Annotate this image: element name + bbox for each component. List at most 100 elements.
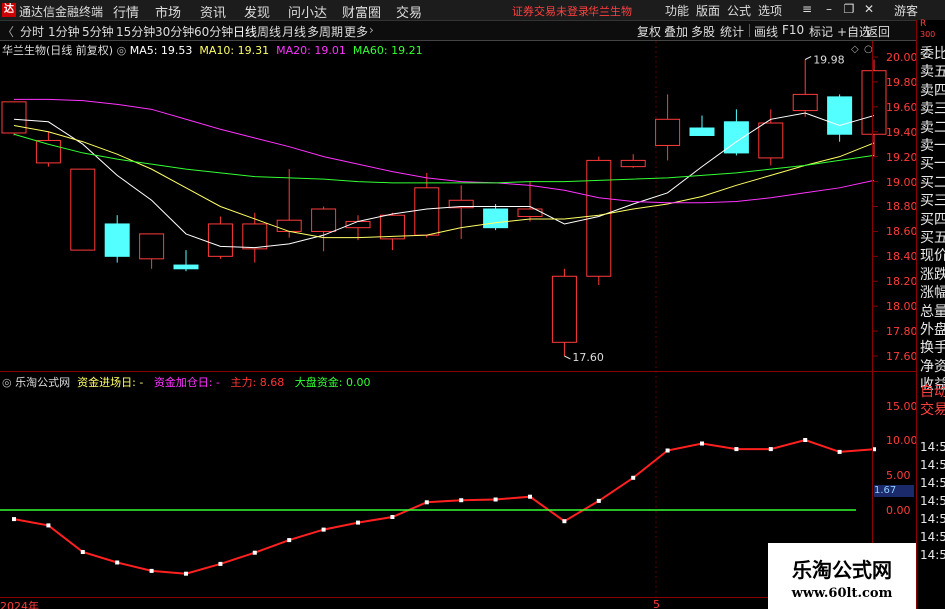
menu-icon[interactable]: ≡ (800, 3, 814, 16)
close-icon[interactable]: ✕ (862, 3, 876, 16)
restore-icon[interactable]: ❐ (842, 3, 856, 16)
toolbar-multi-stock-button[interactable]: 多股 (691, 23, 715, 40)
menu-formula[interactable]: 公式 (727, 2, 751, 19)
current-stock-name: 华兰生物 (588, 5, 632, 18)
tab-period-month[interactable]: 月线 (282, 23, 306, 40)
menu-discover[interactable]: 发现 (244, 2, 270, 21)
candle-body (448, 199, 474, 209)
tab-period-more[interactable]: 更多 (344, 23, 368, 40)
price-tick-label: 19.60 (886, 100, 918, 114)
menu-function[interactable]: 功能 (665, 2, 689, 19)
menu-market[interactable]: 市场 (155, 2, 181, 21)
main-fund-point (424, 500, 429, 505)
menu-wealth[interactable]: 财富圈 (342, 2, 381, 21)
minimize-icon[interactable]: – (822, 3, 836, 16)
date-label-month: 5 (653, 598, 660, 609)
toolbar-separator (749, 24, 750, 37)
main-fund-point (80, 550, 85, 554)
main-fund-point (184, 571, 188, 576)
candle-body (827, 96, 853, 135)
candle-body (586, 159, 612, 277)
more-chevron-icon[interactable]: › (369, 23, 374, 37)
main-fund-point (287, 538, 292, 543)
main-fund-point (803, 438, 808, 442)
menu-options[interactable]: 选项 (758, 2, 782, 19)
candle-body (35, 139, 61, 164)
price-axis-line (872, 41, 873, 609)
quote-label: 卖四 (920, 82, 945, 99)
login-notice[interactable]: 证券交易未登录 (512, 3, 589, 19)
quote-panel-code: 300 (920, 30, 936, 39)
price-tick-label: 19.20 (886, 150, 918, 164)
legend-settings-icon[interactable]: ◎ (117, 44, 130, 57)
user-label[interactable]: 游客 (894, 2, 918, 19)
toolbar-draw-button[interactable]: 画线 (754, 23, 778, 40)
main-fund-point (493, 497, 498, 502)
indicator-current-badge: 1.67 (874, 485, 914, 497)
candle-body (792, 93, 818, 112)
main-fund-point (562, 519, 567, 524)
menu-news[interactable]: 资讯 (200, 2, 226, 21)
toolbar-stats-button[interactable]: 统计 (720, 23, 744, 40)
indicator-item-label: 资金加仓日 (153, 376, 209, 389)
indicator-tick-label: 0.00 (886, 504, 911, 517)
main-fund-point (459, 498, 464, 503)
tab-period-multi[interactable]: 多周期 (307, 23, 343, 40)
indicator-tick-label: 15.00 (886, 400, 918, 413)
indicator-settings-icon[interactable]: ◎ (2, 376, 15, 389)
quote-label: 现价 (920, 248, 945, 265)
candle-body (655, 118, 681, 146)
candle-body (1, 101, 27, 134)
quote-label: 外盘 (920, 322, 945, 338)
quote-label: 买二 (920, 174, 945, 191)
ma-line-ma60 (13, 133, 875, 184)
watermark-url: www.60lt.com (791, 586, 893, 601)
tab-period-60min[interactable]: 60分钟 (194, 23, 233, 40)
indicator-main-value: 8.68 (259, 376, 285, 389)
pane-divider[interactable] (0, 371, 916, 372)
main-fund-point (115, 560, 120, 565)
quote-time: 14:56 (920, 494, 945, 508)
legend-ma20: MA20: 19.01 (276, 44, 346, 57)
indicator-market-value: 0.00 (345, 376, 371, 389)
main-fund-point (356, 520, 360, 525)
indicator-source: 乐淘公式网 (15, 376, 71, 389)
menu-layout[interactable]: 版面 (696, 2, 720, 19)
quote-label: 净资 (920, 358, 945, 375)
tab-period-5min[interactable]: 5分钟 (82, 23, 114, 40)
quote-label: 自动 (920, 384, 945, 400)
quote-label: 买一 (920, 156, 945, 173)
main-fund-point (528, 494, 532, 499)
quote-label: 买五 (920, 230, 945, 246)
tab-period-timeshare[interactable]: 分时 (20, 23, 44, 40)
menu-quotes[interactable]: 行情 (113, 2, 139, 21)
kline-chart[interactable]: 19.9817.60◇ ○ (0, 0, 916, 609)
candle-body (242, 223, 268, 250)
menu-ask[interactable]: 问小达 (288, 2, 327, 21)
quote-time: 14:56 (920, 458, 945, 472)
price-tick-label: 18.00 (886, 300, 918, 313)
tab-period-day[interactable]: 日线 (233, 23, 257, 40)
legend-ma5: MA5: 19.53 (129, 44, 193, 57)
tab-period-30min[interactable]: 30分钟 (155, 23, 194, 40)
toolbar-overlay-button[interactable]: 叠加 (664, 23, 688, 40)
tab-period-week[interactable]: 周线 (257, 23, 281, 40)
tab-period-1min[interactable]: 1分钟 (48, 23, 80, 40)
quote-label: 卖五 (920, 64, 945, 81)
date-label-year: 2024年 (0, 600, 39, 609)
toolbar-mark-button[interactable]: 标记 (809, 23, 833, 40)
ma-line-ma5 (13, 112, 875, 249)
indicator-main-label: 主力 (230, 376, 253, 389)
candle-body (311, 208, 337, 232)
high-marker-label: 19.98 (813, 53, 845, 66)
toolbar-adjust-button[interactable]: 复权 (637, 23, 661, 40)
menu-trade[interactable]: 交易 (396, 2, 422, 21)
main-fund-point (321, 527, 326, 532)
toolbar-f10-button[interactable]: F10 (782, 23, 804, 37)
toolbar-back-icon[interactable]: 〈 (2, 23, 14, 40)
toolbar-return-button[interactable]: 返回 (866, 23, 890, 40)
quote-label: 委比 (920, 46, 945, 62)
main-fund-point (12, 517, 16, 522)
watermark-title: 乐淘公式网 (792, 558, 892, 582)
tab-period-15min[interactable]: 15分钟 (116, 23, 155, 40)
